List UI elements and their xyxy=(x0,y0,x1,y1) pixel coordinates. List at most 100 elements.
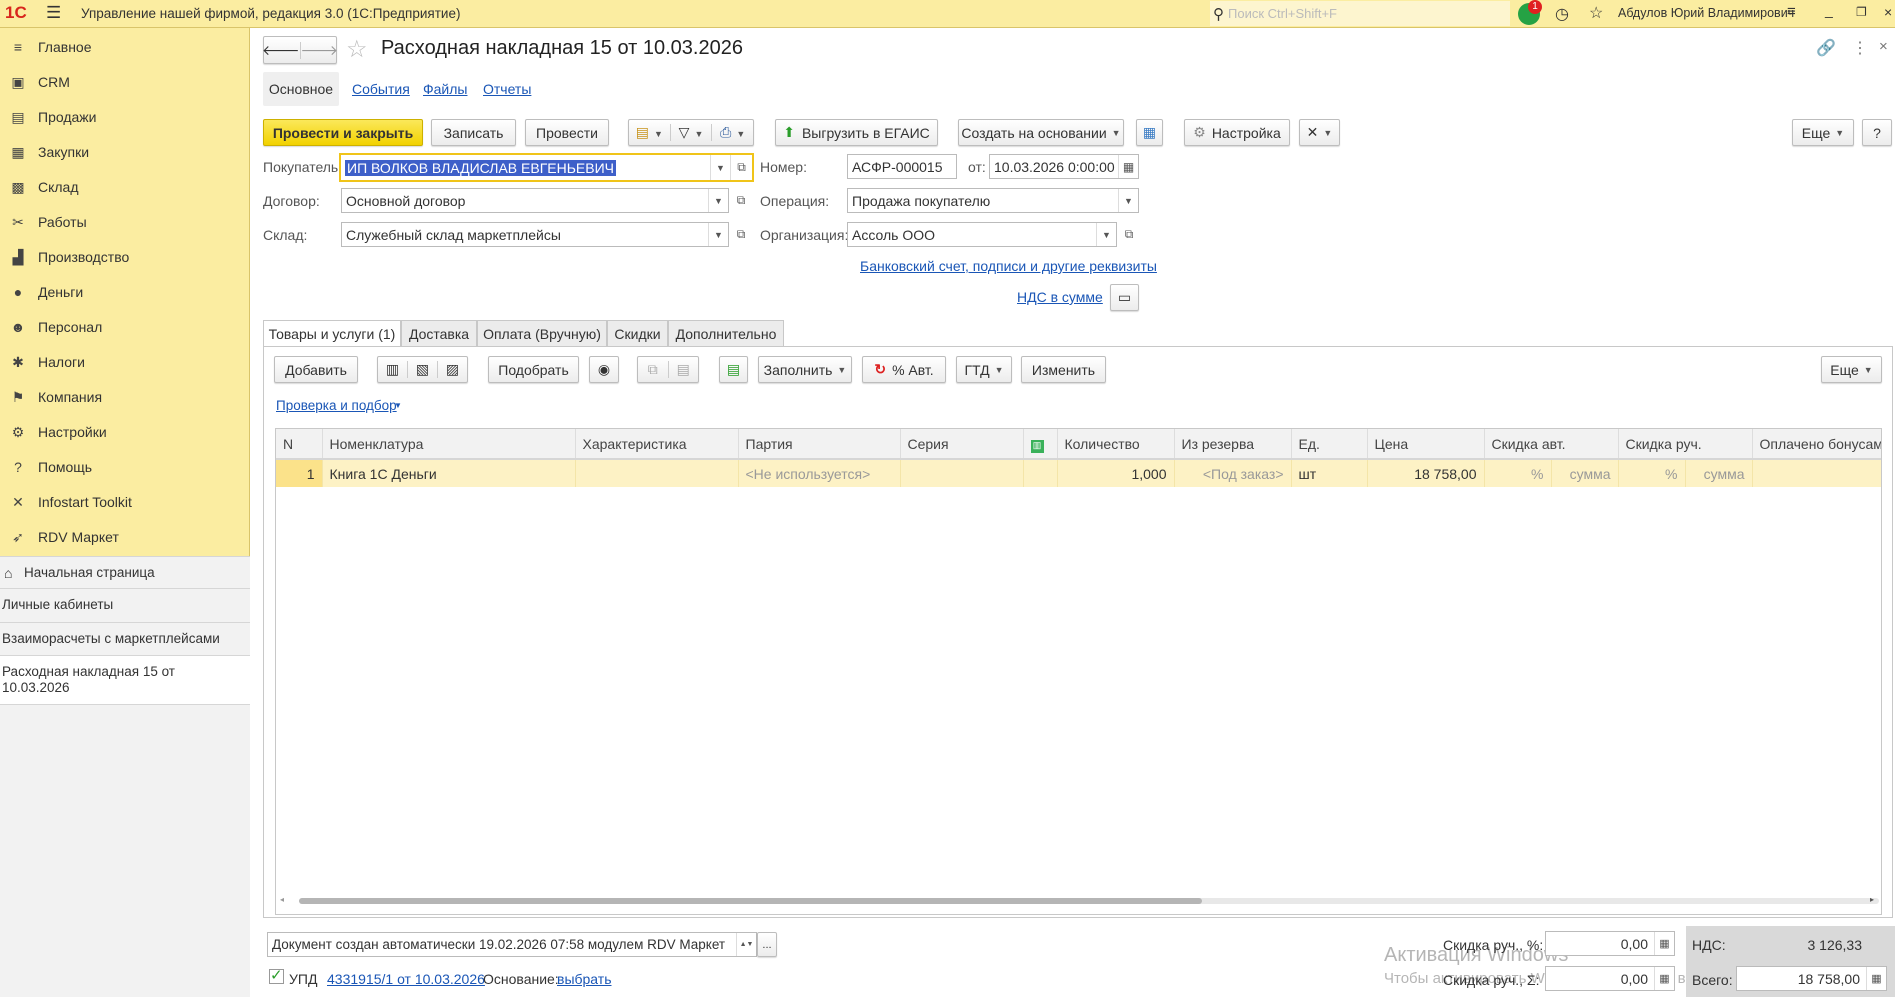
sidebar-item[interactable]: ▤ Продажи xyxy=(0,100,250,134)
favorite-star-icon[interactable]: ☆ xyxy=(346,35,368,64)
contract-field[interactable]: Основной договор ▼ xyxy=(341,188,729,213)
menu-icon[interactable]: ☰ xyxy=(46,3,61,23)
col-bonus[interactable]: Оплачено бонусами xyxy=(1752,429,1881,460)
tab-reports[interactable]: Отчеты xyxy=(483,81,531,97)
spin-icon[interactable]: ▲▼ xyxy=(736,933,756,956)
open-icon[interactable]: ⧉ xyxy=(1119,222,1139,247)
calculator-icon[interactable]: ▦ xyxy=(1654,932,1674,955)
create-based-on-button[interactable]: Создать на основании ▼ xyxy=(958,119,1124,146)
tab-additional[interactable]: Дополнительно xyxy=(668,320,784,347)
number-field[interactable]: АСФР-000015 xyxy=(847,154,957,179)
cell-item[interactable]: Книга 1С Деньги xyxy=(322,459,576,487)
operation-field[interactable]: Продажа покупателю ▼ xyxy=(847,188,1139,213)
chevron-down-icon[interactable]: ▼ xyxy=(708,189,728,212)
organization-field[interactable]: Ассоль ООО ▼ xyxy=(847,222,1117,247)
back-button[interactable]: 🡐 xyxy=(262,41,301,59)
table-row[interactable]: 1 Книга 1С Деньги <Не используется> 1,00… xyxy=(276,459,1881,487)
structure-icon[interactable]: ▦ xyxy=(1136,119,1163,146)
print-icon[interactable]: ⎙ ▼ xyxy=(712,124,753,141)
sidebar-item[interactable]: ☻ Персонал xyxy=(0,310,250,344)
fill-button[interactable]: Заполнить ▼ xyxy=(758,356,852,383)
chevron-down-icon[interactable]: ▼ xyxy=(708,223,728,246)
close-doc-icon[interactable]: × xyxy=(1879,38,1888,55)
cell-manual-pct[interactable]: % xyxy=(1618,459,1686,487)
post-button[interactable]: Провести xyxy=(525,119,609,146)
history-icon[interactable]: ◷ xyxy=(1555,4,1569,24)
tab-main[interactable]: Основное xyxy=(263,72,339,106)
post-and-close-button[interactable]: Провести и закрыть xyxy=(263,119,423,146)
date-field[interactable]: 10.03.2026 0:00:00 ▦ xyxy=(989,154,1139,179)
table-more-button[interactable]: Еще ▼ xyxy=(1821,356,1882,383)
settings-menu-icon[interactable]: ≡ xyxy=(1787,3,1796,20)
col-characteristic[interactable]: Характеристика xyxy=(575,429,739,460)
manual-discount-sum-field[interactable]: 0,00 ▦ xyxy=(1545,966,1675,991)
1c-logo-icon[interactable]: 1С xyxy=(5,3,27,23)
tools-button[interactable]: ✕ ▼ xyxy=(1299,119,1340,146)
forward-button[interactable]: 🡒 xyxy=(301,42,339,59)
sidebar-item[interactable]: ⚙ Настройки xyxy=(0,415,250,449)
open-icon[interactable]: ⧉ xyxy=(731,222,751,247)
sidebar-item[interactable]: ● Деньги xyxy=(0,275,250,309)
add-button[interactable]: Добавить xyxy=(274,356,358,383)
open-icon[interactable]: ⧉ xyxy=(731,188,751,213)
restore-icon[interactable]: ❐ xyxy=(1856,5,1867,19)
sidebar-item[interactable]: ➶ RDV Маркет xyxy=(0,520,250,554)
search-input[interactable]: ⚲ Поиск Ctrl+Shift+F xyxy=(1210,1,1510,26)
paste-icon[interactable]: ▤ xyxy=(669,361,699,378)
close-window-icon[interactable]: × xyxy=(1884,4,1892,20)
settings-button[interactable]: ⚙ Настройка xyxy=(1184,119,1290,146)
favorites-star-icon[interactable]: ☆ xyxy=(1589,3,1603,23)
sidebar-item[interactable]: ▣ CRM xyxy=(0,65,250,99)
col-reserve[interactable]: Из резерва xyxy=(1174,429,1292,460)
auto-percent-button[interactable]: ↻ % Авт. xyxy=(862,356,946,383)
scan-doc-icon[interactable]: ▧ xyxy=(408,361,438,378)
cell-quantity[interactable]: 1,000 xyxy=(1057,459,1175,487)
basis-link[interactable]: выбрать xyxy=(557,971,612,987)
calculator-icon[interactable]: ▦ xyxy=(1654,967,1674,990)
more-vert-icon[interactable]: ⋮ xyxy=(1852,38,1868,58)
cell-manual-sum[interactable]: сумма xyxy=(1685,459,1753,487)
cell-characteristic[interactable] xyxy=(575,459,739,487)
barcode-search-icon[interactable]: ▨ xyxy=(438,361,467,378)
calculator-icon[interactable]: ▦ xyxy=(1866,967,1886,990)
manual-discount-pct-field[interactable]: 0,00 ▦ xyxy=(1545,931,1675,956)
upd-link[interactable]: 4331915/1 от 10.03.2026 xyxy=(327,971,485,987)
sidebar-item[interactable]: ⚑ Компания xyxy=(0,380,250,414)
col-auto-discount[interactable]: Скидка авт. xyxy=(1484,429,1619,460)
sidebar-item[interactable]: ✕ Infostart Toolkit xyxy=(0,485,250,519)
col-series[interactable]: Серия xyxy=(900,429,1024,460)
tab-events[interactable]: События xyxy=(352,81,410,97)
user-name[interactable]: Абдулов Юрий Владимирович xyxy=(1618,6,1794,20)
gtd-button[interactable]: ГТД ▼ xyxy=(956,356,1012,383)
copy-icon[interactable]: ⧉ xyxy=(638,361,669,378)
horizontal-scrollbar[interactable]: ◂ ▸ xyxy=(278,895,1879,907)
chevron-down-icon[interactable]: ▼ xyxy=(710,155,730,180)
sidebar-item[interactable]: ? Помощь xyxy=(0,450,250,484)
cell-bonus[interactable] xyxy=(1752,459,1881,487)
col-unit[interactable]: Ед. xyxy=(1291,429,1368,460)
export-egais-button[interactable]: ⬆ Выгрузить в ЕГАИС xyxy=(775,119,938,146)
col-marking[interactable]: ▥ xyxy=(1023,429,1058,460)
sidebar-cabinets[interactable]: Личные кабинеты xyxy=(2,597,113,612)
pick-button[interactable]: Подобрать xyxy=(488,356,579,383)
vat-in-sum-link[interactable]: НДС в сумме xyxy=(1017,289,1103,305)
open-icon[interactable]: ⧉ xyxy=(730,155,752,180)
bank-details-link[interactable]: Банковский счет, подписи и другие реквиз… xyxy=(860,258,1157,274)
barcode-icon[interactable]: ▥ xyxy=(378,361,408,378)
sidebar-current-doc[interactable]: Расходная накладная 15 от 10.03.2026 xyxy=(0,655,250,705)
sidebar-item[interactable]: ✂ Работы xyxy=(0,205,250,239)
sidebar-item[interactable]: ▦ Закупки xyxy=(0,135,250,169)
col-n[interactable]: N xyxy=(276,429,323,460)
help-button[interactable]: ? xyxy=(1862,119,1892,146)
sidebar-item[interactable]: ▩ Склад xyxy=(0,170,250,204)
sidebar-item[interactable]: ✱ Налоги xyxy=(0,345,250,379)
check-and-pick-link[interactable]: Проверка и подбор xyxy=(276,398,397,413)
cell-batch[interactable]: <Не используется> xyxy=(738,459,901,487)
comment-field[interactable]: Документ создан автоматически 19.02.2026… xyxy=(267,932,757,957)
sidebar-home[interactable]: Начальная страница xyxy=(24,565,155,580)
col-manual-discount[interactable]: Скидка руч. xyxy=(1618,429,1753,460)
chevron-down-icon[interactable]: ▼ xyxy=(1118,189,1138,212)
col-item[interactable]: Номенклатура xyxy=(322,429,576,460)
chevron-down-icon[interactable]: ▼ xyxy=(1096,223,1116,246)
tab-goods[interactable]: Товары и услуги (1) xyxy=(263,320,401,347)
